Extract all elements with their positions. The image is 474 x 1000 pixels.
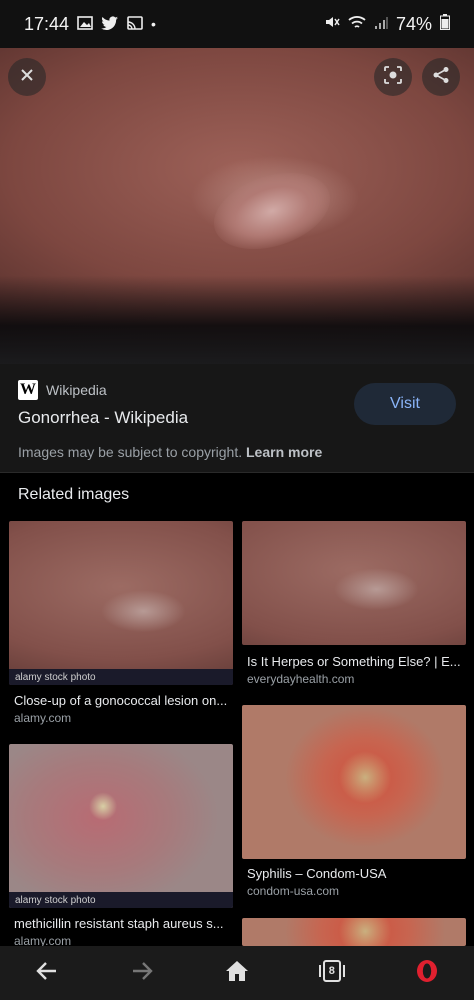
twitter-icon [101, 14, 119, 35]
status-bar: 17:44 • 74% [0, 0, 474, 48]
source-name: Wikipedia [46, 382, 107, 398]
stock-watermark: alamy stock photo [9, 892, 233, 908]
opera-logo-icon [415, 959, 439, 988]
related-image-1[interactable]: alamy stock photo [9, 521, 233, 685]
battery-percent: 74% [395, 13, 432, 34]
gallery-icon [77, 14, 93, 35]
source-row[interactable]: W Wikipedia [18, 380, 107, 400]
share-button[interactable] [422, 58, 460, 96]
related-caption-3[interactable]: methicillin resistant staph aureus s... [14, 916, 234, 931]
back-arrow-icon [36, 961, 58, 986]
related-domain-1: alamy.com [14, 711, 72, 725]
related-image-4[interactable] [242, 705, 466, 859]
close-icon [19, 67, 35, 88]
tab-count: 8 [328, 965, 335, 977]
related-image-5[interactable] [242, 918, 466, 946]
preview-image[interactable] [0, 48, 474, 364]
wifi-icon [348, 14, 366, 35]
related-image-2[interactable] [242, 521, 466, 645]
visit-button[interactable]: Visit [354, 383, 456, 425]
stock-watermark: alamy stock photo [9, 669, 233, 685]
cast-icon [127, 14, 143, 35]
copyright-text: Images may be subject to copyright. [18, 444, 243, 460]
tabs-button[interactable]: 8 [312, 953, 352, 993]
related-domain-4: condom-usa.com [247, 884, 340, 898]
related-image-3[interactable]: alamy stock photo [9, 744, 233, 908]
lens-icon [383, 65, 403, 90]
divider [0, 472, 474, 473]
related-caption-2[interactable]: Is It Herpes or Something Else? | E... [247, 654, 465, 669]
home-icon [225, 960, 249, 987]
close-button[interactable] [8, 58, 46, 96]
copyright-notice: Images may be subject to copyright. Lear… [18, 444, 322, 460]
result-title[interactable]: Gonorrhea - Wikipedia [18, 408, 188, 428]
dot-icon: • [151, 16, 156, 32]
battery-icon [440, 13, 450, 35]
forward-arrow-icon [131, 961, 153, 986]
status-time: 17:44 [24, 13, 70, 34]
signal-icon [374, 14, 388, 35]
share-icon [432, 66, 450, 89]
opera-menu-button[interactable] [407, 953, 447, 993]
browser-nav-bar: 8 [0, 946, 474, 1000]
forward-button[interactable] [122, 953, 162, 993]
wikipedia-logo-icon: W [18, 380, 38, 400]
back-button[interactable] [27, 953, 67, 993]
lens-button[interactable] [374, 58, 412, 96]
home-button[interactable] [217, 953, 257, 993]
lesion-area [204, 159, 340, 263]
related-images-heading: Related images [18, 486, 130, 503]
related-caption-1[interactable]: Close-up of a gonococcal lesion on... [14, 693, 234, 708]
mute-icon [324, 14, 340, 35]
related-domain-2: everydayhealth.com [247, 672, 355, 686]
related-caption-4[interactable]: Syphilis – Condom-USA [247, 866, 465, 881]
learn-more-link[interactable]: Learn more [246, 444, 322, 460]
